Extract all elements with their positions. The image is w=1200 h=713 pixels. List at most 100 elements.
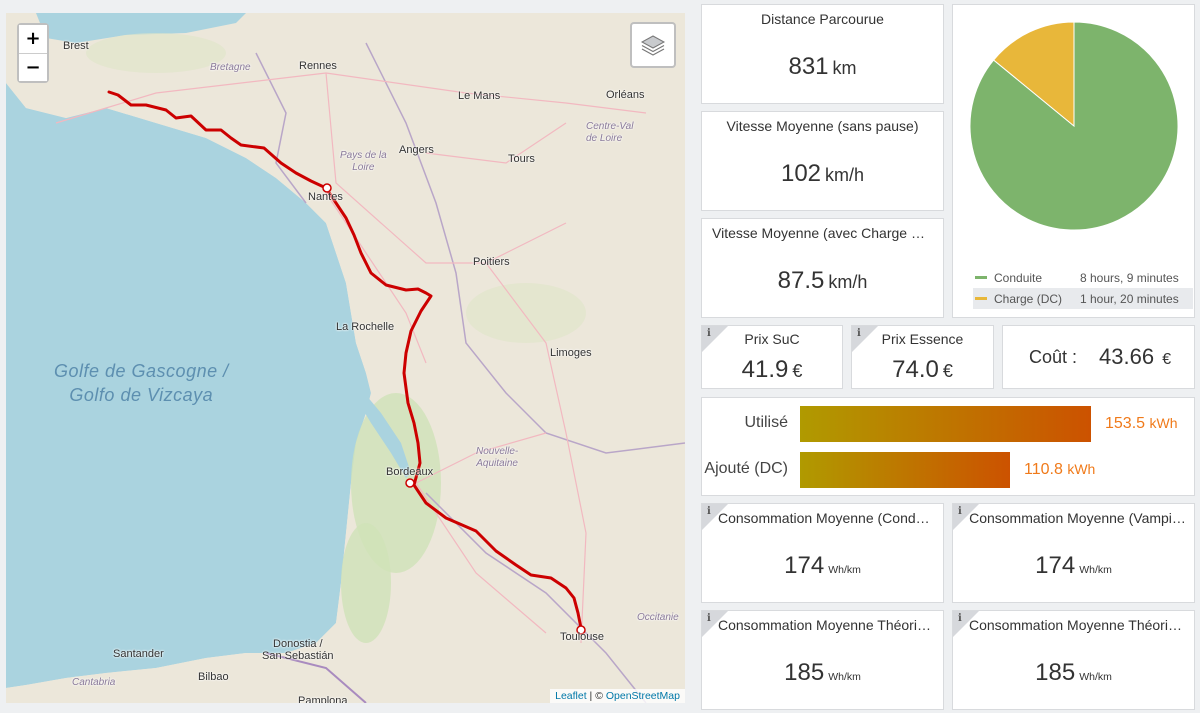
distance-title: Distance Parcourue bbox=[761, 11, 884, 27]
place-toulouse: Toulouse bbox=[560, 631, 605, 643]
conso-vampire-value-wrap: 174 Wh/km bbox=[953, 552, 1194, 580]
info-corner[interactable] bbox=[953, 504, 979, 530]
place-la-rochelle: La Rochelle bbox=[336, 321, 395, 333]
info-icon[interactable]: i bbox=[958, 613, 962, 624]
energy-label: Ajouté (DC) bbox=[704, 460, 788, 477]
conso-conduite-title: Consommation Moyenne (Condu… bbox=[718, 510, 938, 526]
cout-value: 43.66 bbox=[1099, 344, 1155, 369]
layers-icon bbox=[640, 35, 666, 56]
speed-with-charge-panel: Vitesse Moyenne (avec Charge R… 87.5 km/h bbox=[701, 218, 944, 318]
map-attribution: Leaflet | © OpenStreetMap bbox=[550, 689, 685, 703]
speed-no-pause-value: 102 bbox=[780, 160, 822, 187]
energy-bar-added bbox=[800, 452, 1010, 488]
energy-panel: Utilisé 153.5 kWh Ajouté (DC) 110.8 kWh bbox=[701, 397, 1195, 496]
distance-unit: km bbox=[832, 58, 857, 78]
speed-no-pause-title: Vitesse Moyenne (sans pause) bbox=[726, 118, 919, 134]
legend-item-conduite[interactable]: Conduite 8 hours, 9 minutes bbox=[973, 267, 1193, 288]
prix-essence-unit: € bbox=[942, 361, 953, 381]
place-bretagne: Bretagne bbox=[210, 62, 251, 73]
place-angers: Angers bbox=[399, 144, 434, 156]
leaflet-link[interactable]: Leaflet bbox=[555, 690, 587, 702]
conso-theo-1-value-wrap: 185 Wh/km bbox=[702, 659, 943, 687]
info-icon[interactable]: i bbox=[707, 613, 711, 624]
prix-suc-panel: i Prix SuC 41.9 € bbox=[701, 325, 843, 389]
place-santander: Santander bbox=[113, 648, 164, 660]
prix-essence-value-wrap: 74.0 € bbox=[852, 356, 993, 384]
energy-bar-used bbox=[800, 406, 1091, 442]
speed-no-pause-unit: km/h bbox=[825, 165, 865, 185]
place-pays-loire: Pays de la Loire bbox=[340, 150, 387, 173]
layers-button[interactable] bbox=[630, 22, 676, 68]
energy-value-wrap: 153.5 kWh bbox=[1105, 415, 1178, 433]
info-corner[interactable] bbox=[852, 326, 878, 352]
cout-label: Coût : bbox=[1029, 347, 1078, 367]
place-nouvelle-aquitaine: Nouvelle- Aquitaine bbox=[476, 446, 519, 469]
prix-suc-value-wrap: 41.9 € bbox=[702, 356, 842, 384]
conso-theo-2-unit: Wh/km bbox=[1079, 671, 1112, 683]
map-view[interactable]: Brest Bretagne Rennes Le Mans Orléans Ce… bbox=[6, 13, 685, 703]
conso-theo-2-value-wrap: 185 Wh/km bbox=[953, 659, 1194, 687]
conso-conduite-value-wrap: 174 Wh/km bbox=[702, 552, 943, 580]
conso-theo-1-unit: Wh/km bbox=[828, 671, 861, 683]
place-orleans: Orléans bbox=[606, 89, 645, 101]
info-icon[interactable]: i bbox=[707, 328, 711, 339]
attribution-separator: | © bbox=[586, 690, 606, 702]
conso-theo-2-title: Consommation Moyenne Théoriq… bbox=[969, 617, 1190, 633]
info-icon[interactable]: i bbox=[958, 506, 962, 517]
legend-swatch bbox=[975, 297, 987, 300]
place-occitanie: Occitanie bbox=[637, 612, 679, 623]
info-corner[interactable] bbox=[702, 611, 728, 637]
place-bordeaux: Bordeaux bbox=[386, 466, 434, 478]
zoom-out-button[interactable]: − bbox=[19, 53, 47, 81]
place-centre: Centre-Val de Loire bbox=[586, 121, 634, 144]
time-breakdown-panel: Conduite 8 hours, 9 minutes Charge (DC) … bbox=[952, 4, 1195, 318]
place-poitiers: Poitiers bbox=[473, 256, 510, 268]
prix-essence-value: 74.0 bbox=[892, 356, 939, 383]
energy-unit: kWh bbox=[1067, 461, 1096, 477]
place-golfe: Golfe de Gascogne / Golfo de Vizcaya bbox=[54, 361, 229, 405]
place-cantabria: Cantabria bbox=[72, 677, 116, 688]
place-pamplona: Pamplona bbox=[298, 695, 348, 703]
speed-with-charge-unit: km/h bbox=[828, 272, 868, 292]
speed-with-charge-title: Vitesse Moyenne (avec Charge R… bbox=[712, 225, 936, 241]
osm-link[interactable]: OpenStreetMap bbox=[606, 690, 680, 702]
prix-essence-panel: i Prix Essence 74.0 € bbox=[851, 325, 994, 389]
cout-value-wrap: 43.66 € bbox=[1099, 344, 1171, 370]
place-donostia: Donostia / San Sebastián bbox=[262, 638, 334, 662]
info-corner[interactable] bbox=[702, 326, 728, 352]
prix-suc-unit: € bbox=[792, 361, 803, 381]
cout-panel: Coût : 43.66 € bbox=[1002, 325, 1195, 389]
info-corner[interactable] bbox=[953, 611, 979, 637]
place-nantes: Nantes bbox=[308, 191, 343, 203]
zoom-in-button[interactable]: + bbox=[19, 25, 47, 53]
speed-with-charge-value-wrap: 87.5 km/h bbox=[702, 267, 943, 295]
pie-legend: Conduite 8 hours, 9 minutes Charge (DC) … bbox=[973, 267, 1193, 309]
conso-conduite-value: 174 bbox=[784, 552, 825, 579]
energy-row-added: Ajouté (DC) 110.8 kWh bbox=[702, 452, 1194, 488]
distance-panel: Distance Parcourue 831 km bbox=[701, 4, 944, 104]
legend-swatch bbox=[975, 276, 987, 279]
conso-vampire-unit: Wh/km bbox=[1079, 564, 1112, 576]
energy-value-wrap: 110.8 kWh bbox=[1024, 461, 1095, 479]
distance-value: 831 bbox=[788, 53, 829, 80]
conso-vampire-panel: i Consommation Moyenne (Vampi… 174 Wh/km bbox=[952, 503, 1195, 603]
conso-theo-1-title: Consommation Moyenne Théoriq… bbox=[718, 617, 939, 633]
legend-value: 8 hours, 9 minutes bbox=[1080, 270, 1179, 285]
cout-unit: € bbox=[1162, 351, 1172, 368]
distance-value-wrap: 831 km bbox=[702, 53, 943, 81]
energy-value: 110.8 bbox=[1024, 461, 1063, 478]
place-limoges: Limoges bbox=[550, 347, 592, 359]
energy-row-used: Utilisé 153.5 kWh bbox=[702, 406, 1194, 442]
speed-with-charge-value: 87.5 bbox=[777, 267, 825, 294]
prix-suc-value: 41.9 bbox=[741, 356, 789, 383]
legend-item-charge[interactable]: Charge (DC) 1 hour, 20 minutes bbox=[973, 288, 1193, 309]
conso-vampire-title: Consommation Moyenne (Vampi… bbox=[969, 510, 1186, 526]
place-rennes: Rennes bbox=[299, 60, 337, 72]
speed-no-pause-panel: Vitesse Moyenne (sans pause) 102 km/h bbox=[701, 111, 944, 211]
place-brest: Brest bbox=[63, 40, 89, 52]
info-corner[interactable] bbox=[702, 504, 728, 530]
info-icon[interactable]: i bbox=[707, 506, 711, 517]
zoom-control: + − bbox=[17, 23, 49, 83]
place-bilbao: Bilbao bbox=[198, 671, 229, 683]
info-icon[interactable]: i bbox=[857, 328, 861, 339]
